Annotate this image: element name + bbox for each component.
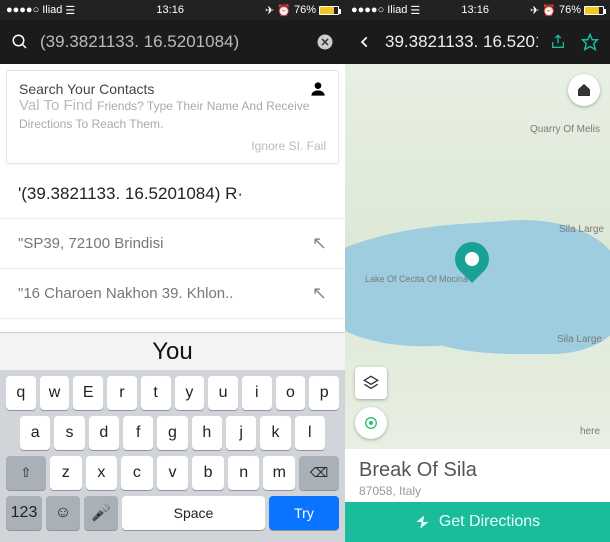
key-w[interactable]: w: [40, 376, 70, 410]
key-g[interactable]: g: [157, 416, 187, 450]
list-item[interactable]: "SP39, 72100 Brindisi ↖: [0, 219, 345, 269]
home-button[interactable]: [568, 74, 600, 106]
key-x[interactable]: x: [86, 456, 118, 490]
key-v[interactable]: v: [157, 456, 189, 490]
card-title: Search Your Contacts: [19, 81, 154, 97]
contacts-card[interactable]: Search Your Contacts Val To Find Friends…: [6, 70, 339, 164]
key-e[interactable]: E: [73, 376, 103, 410]
status-bar: ●●●●○Iliad☰ 13:16 ✈⏰76%: [345, 0, 610, 20]
place-card: Break Of Sila 87058, Italy: [345, 449, 610, 502]
key-h[interactable]: h: [192, 416, 222, 450]
key-r[interactable]: r: [107, 376, 137, 410]
key-mic[interactable]: 🎤: [84, 496, 118, 530]
map-label: Lake Of Cecita Of Mocina: [365, 274, 468, 284]
key-123[interactable]: 123: [6, 496, 42, 530]
key-d[interactable]: d: [89, 416, 119, 450]
place-addr: 87058, Italy: [359, 484, 596, 498]
locate-button[interactable]: [355, 407, 387, 439]
star-icon[interactable]: [578, 30, 602, 54]
key-u[interactable]: u: [208, 376, 238, 410]
list-item[interactable]: "16 Charoen Nakhon 39. Khlon.. ↖: [0, 269, 345, 319]
key-b[interactable]: b: [192, 456, 224, 490]
card-val: Val To Find: [19, 97, 93, 114]
arrow-icon: ↖: [312, 233, 327, 254]
key-shift[interactable]: ⇧: [6, 456, 46, 490]
key-n[interactable]: n: [228, 456, 260, 490]
card-footer: Ignore SI. Fail: [19, 139, 326, 153]
key-z[interactable]: z: [50, 456, 82, 490]
key-y[interactable]: y: [175, 376, 205, 410]
key-m[interactable]: m: [263, 456, 295, 490]
key-a[interactable]: a: [20, 416, 50, 450]
key-backspace[interactable]: ⌫: [299, 456, 339, 490]
key-f[interactable]: f: [123, 416, 153, 450]
map-view[interactable]: Quarry Of Melis Sila Large Sila Large La…: [345, 64, 610, 449]
key-o[interactable]: o: [276, 376, 306, 410]
key-t[interactable]: t: [141, 376, 171, 410]
map-label: Quarry Of Melis: [530, 124, 600, 135]
map-attrib: here: [580, 426, 600, 437]
map-label: Sila Large: [557, 334, 602, 345]
coords-text: 39.3821133. 16.5201084·: [385, 32, 538, 52]
keyboard: You q w E r t y u i o p a s d f g h j: [0, 332, 345, 542]
coords-input[interactable]: [40, 32, 305, 52]
person-icon: [310, 81, 326, 97]
key-k[interactable]: k: [260, 416, 290, 450]
key-j[interactable]: j: [226, 416, 256, 450]
key-p[interactable]: p: [309, 376, 339, 410]
map-label: Sila Large: [559, 224, 604, 235]
share-icon[interactable]: [546, 30, 570, 54]
key-go[interactable]: Try: [269, 496, 339, 530]
detail-header: 39.3821133. 16.5201084·: [345, 20, 610, 64]
prediction-bar[interactable]: You: [0, 332, 345, 370]
status-bar: ●●●●○Iliad☰ 13:16 ✈⏰76%: [0, 0, 345, 20]
back-icon[interactable]: [353, 30, 377, 54]
key-q[interactable]: q: [6, 376, 36, 410]
key-s[interactable]: s: [54, 416, 84, 450]
arrow-icon: ↖: [312, 283, 327, 304]
search-header: [0, 20, 345, 64]
clear-icon[interactable]: [313, 30, 337, 54]
key-i[interactable]: i: [242, 376, 272, 410]
layers-button[interactable]: [355, 367, 387, 399]
place-name: Break Of Sila: [359, 459, 596, 482]
key-l[interactable]: l: [295, 416, 325, 450]
key-c[interactable]: c: [121, 456, 153, 490]
route-icon: [415, 514, 431, 530]
search-icon[interactable]: [8, 30, 32, 54]
key-emoji[interactable]: ☺: [46, 496, 80, 530]
get-directions-button[interactable]: Get Directions: [345, 502, 610, 542]
key-space[interactable]: Space: [122, 496, 265, 530]
list-item[interactable]: '(39.3821133. 16.5201084) R·: [0, 170, 345, 219]
